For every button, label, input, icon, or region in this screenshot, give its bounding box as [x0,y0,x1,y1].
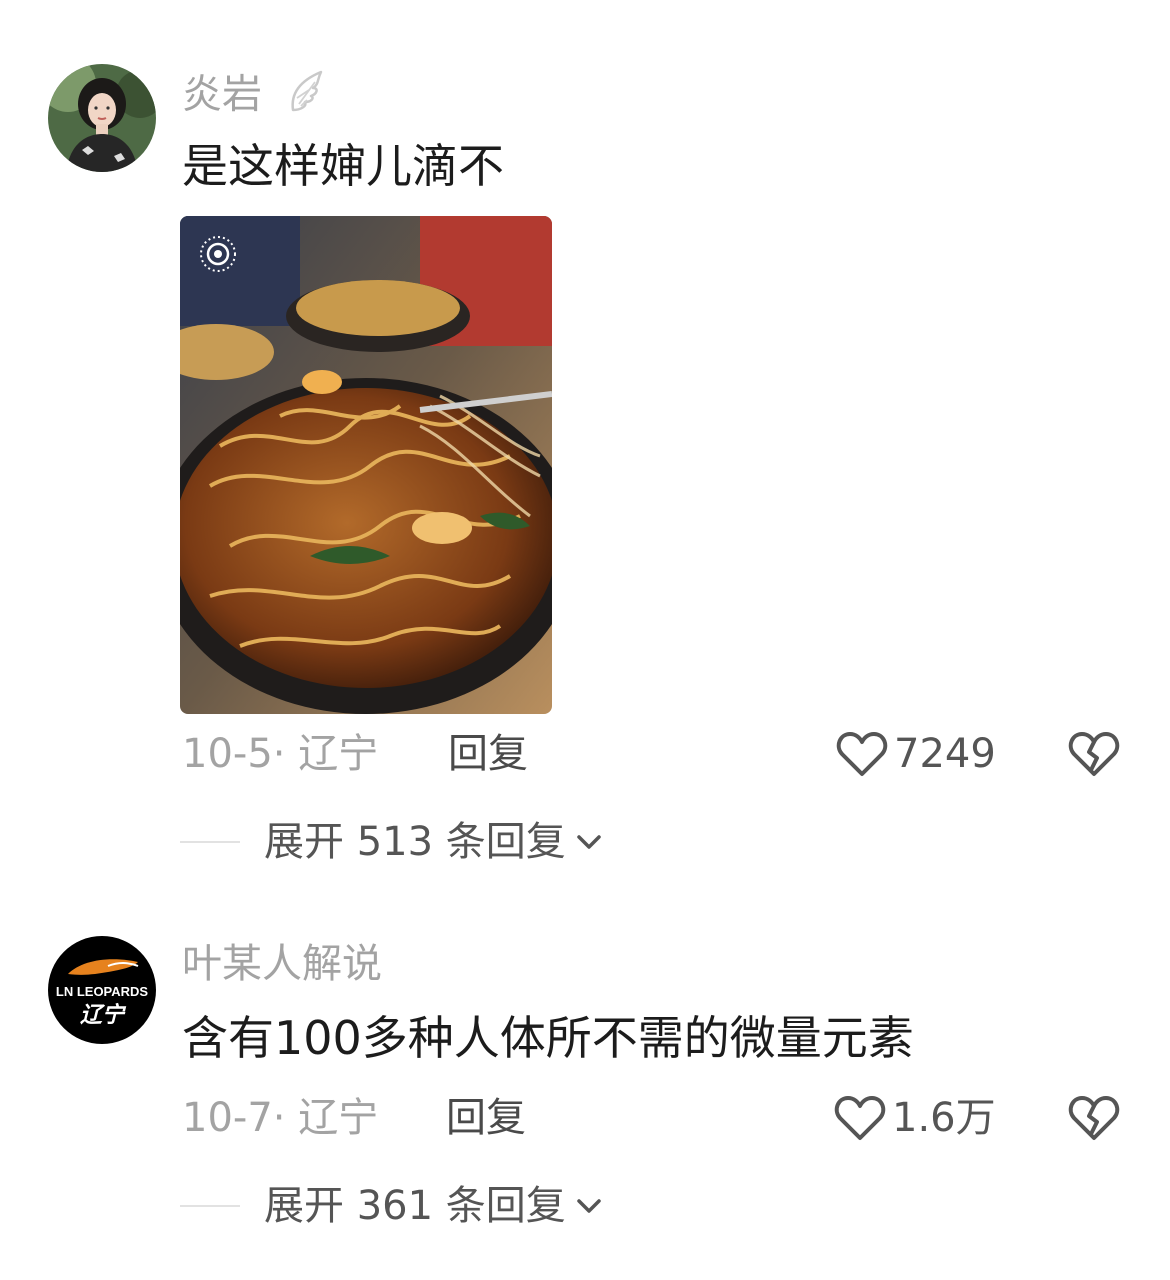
dislike-button[interactable] [1068,730,1120,782]
comment-item: 炎岩 是这样婶儿滴不 10-5· 辽宁 回复 7249 展开 513 条回复 [0,0,1170,880]
dislike-button[interactable] [1068,1094,1120,1146]
svg-text:LN LEOPARDS: LN LEOPARDS [56,984,149,999]
team-logo-avatar: LN LEOPARDS 辽宁 [48,936,156,1044]
expand-replies-label: 展开 513 条回复 [264,819,566,865]
heart-icon [834,1096,886,1140]
chevron-down-icon [577,835,601,849]
reply-button[interactable]: 回复 [446,1094,526,1142]
comment-date-location: 10-5· 辽宁 [182,731,379,777]
avatar[interactable]: LN LEOPARDS 辽宁 [48,936,156,1044]
like-button[interactable]: 7249 [836,730,996,778]
reply-button[interactable]: 回复 [448,730,528,778]
chevron-down-icon [577,1199,601,1213]
comment-text: 含有100多种人体所不需的微量元素 [182,1011,914,1065]
username[interactable]: 炎岩 [182,68,327,125]
svg-text:辽宁: 辽宁 [80,1002,127,1028]
username[interactable]: 叶某人解说 [182,940,382,988]
username-text[interactable]: 炎岩 [182,72,262,118]
like-count: 1.6万 [892,1095,996,1141]
like-count: 7249 [894,731,996,777]
expand-replies-button[interactable]: 展开 361 条回复 [180,1182,602,1230]
expand-replies-label: 展开 361 条回复 [264,1183,566,1229]
wing-icon [287,68,327,125]
noodle-photo [180,216,552,714]
comment-image[interactable] [180,216,552,714]
divider-line [180,841,240,843]
broken-heart-icon [1068,1096,1120,1140]
comment-item: LN LEOPARDS 辽宁 叶某人解说 含有100多种人体所不需的微量元素 1… [0,900,1170,1280]
avatar[interactable] [48,64,156,172]
user-avatar-image [48,64,156,172]
comment-text: 是这样婶儿滴不 [182,139,504,193]
expand-replies-button[interactable]: 展开 513 条回复 [180,818,602,866]
like-button[interactable]: 1.6万 [834,1094,996,1142]
comment-date-location: 10-7· 辽宁 [182,1095,379,1141]
divider-line [180,1205,240,1207]
heart-icon [836,732,888,776]
broken-heart-icon [1068,732,1120,776]
